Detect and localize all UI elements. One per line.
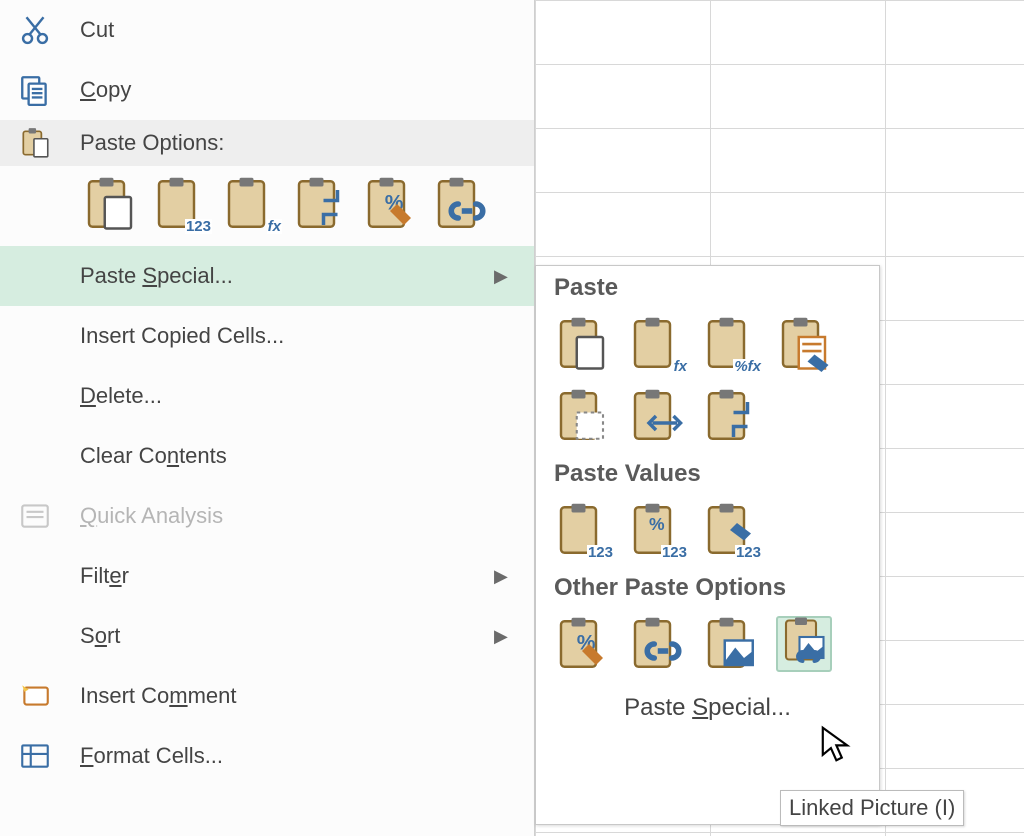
- paste-formatting-icon[interactable]: %: [362, 176, 418, 232]
- sub-paste-source-fmt-icon[interactable]: [776, 316, 832, 372]
- svg-text:%: %: [649, 514, 665, 534]
- sort-label: Sort: [80, 623, 494, 649]
- paste-options-label: Paste Options:: [80, 130, 224, 156]
- menu-item-delete[interactable]: Delete...: [0, 366, 534, 426]
- submenu-paste-row1: fx %fx: [536, 308, 879, 380]
- menu-item-insert-comment[interactable]: Insert Comment: [0, 666, 534, 726]
- filter-label: Filter: [80, 563, 494, 589]
- menu-item-clear-contents[interactable]: Clear Contents: [0, 426, 534, 486]
- paste-keep-formatting-icon[interactable]: [82, 176, 138, 232]
- submenu-other-heading: Other Paste Options: [536, 566, 879, 608]
- insert-copied-cells-label: Insert Copied Cells...: [80, 323, 534, 349]
- menu-item-insert-copied-cells[interactable]: Insert Copied Cells...: [0, 306, 534, 366]
- sub-paste-picture-icon[interactable]: [702, 616, 758, 672]
- format-cells-icon: [18, 739, 80, 773]
- sub-paste-link-icon[interactable]: [628, 616, 684, 672]
- insert-comment-label: Insert Comment: [80, 683, 534, 709]
- paste-options-row: 123 fx %: [0, 166, 534, 246]
- context-menu: Cut Copy Paste Options: 123 fx %: [0, 0, 535, 836]
- sub-paste-formulas-numfmt-icon[interactable]: %fx: [702, 316, 758, 372]
- sub-paste-col-widths-icon[interactable]: [628, 388, 684, 444]
- menu-item-copy[interactable]: Copy: [0, 60, 534, 120]
- tooltip-linked-picture: Linked Picture (I): [780, 790, 964, 826]
- submenu-paste-values-heading: Paste Values: [536, 452, 879, 494]
- submenu-paste-heading: Paste: [536, 266, 879, 308]
- submenu-arrow-icon: ▶: [494, 266, 534, 287]
- paste-options-heading: Paste Options:: [0, 120, 534, 166]
- quick-analysis-icon: [18, 499, 80, 533]
- submenu-arrow-icon: ▶: [494, 626, 534, 647]
- paste-formulas-icon[interactable]: fx: [222, 176, 278, 232]
- quick-analysis-label: Quick Analysis: [80, 503, 534, 529]
- delete-label: Delete...: [80, 383, 534, 409]
- menu-item-paste-special[interactable]: Paste Special... ▶: [0, 246, 534, 306]
- submenu-other-row: %: [536, 608, 879, 680]
- paste-values-icon[interactable]: 123: [152, 176, 208, 232]
- paste-special-submenu: Paste fx %fx Paste Values 123 %123 123 O…: [535, 265, 880, 825]
- submenu-values-row: 123 %123 123: [536, 494, 879, 566]
- submenu-arrow-icon: ▶: [494, 566, 534, 587]
- paste-link-icon[interactable]: [432, 176, 488, 232]
- menu-item-format-cells[interactable]: Format Cells...: [0, 726, 534, 786]
- sub-paste-formatting-icon[interactable]: %: [554, 616, 610, 672]
- sub-paste-values-icon[interactable]: 123: [554, 502, 610, 558]
- sub-paste-icon[interactable]: [554, 316, 610, 372]
- submenu-paste-row2: [536, 380, 879, 452]
- sub-paste-formulas-icon[interactable]: fx: [628, 316, 684, 372]
- clear-contents-label: Clear Contents: [80, 443, 534, 469]
- copy-label: Copy: [80, 77, 534, 103]
- copy-icon: [18, 73, 80, 107]
- paste-icon: [18, 126, 80, 160]
- menu-item-quick-analysis: Quick Analysis: [0, 486, 534, 546]
- submenu-paste-special-item[interactable]: Paste Special...: [536, 680, 879, 730]
- sub-paste-transpose-icon[interactable]: [702, 388, 758, 444]
- scissors-icon: [18, 13, 80, 47]
- paste-transpose-icon[interactable]: [292, 176, 348, 232]
- sub-paste-no-borders-icon[interactable]: [554, 388, 610, 444]
- menu-item-sort[interactable]: Sort ▶: [0, 606, 534, 666]
- sub-paste-linked-picture-icon[interactable]: [776, 616, 832, 672]
- paste-special-label: Paste Special...: [80, 263, 494, 289]
- menu-item-cut[interactable]: Cut: [0, 0, 534, 60]
- sub-paste-values-numfmt-icon[interactable]: %123: [628, 502, 684, 558]
- sub-paste-values-srcfmt-icon[interactable]: 123: [702, 502, 758, 558]
- menu-item-filter[interactable]: Filter ▶: [0, 546, 534, 606]
- format-cells-label: Format Cells...: [80, 743, 534, 769]
- comment-icon: [18, 679, 80, 713]
- cut-label: Cut: [80, 17, 534, 43]
